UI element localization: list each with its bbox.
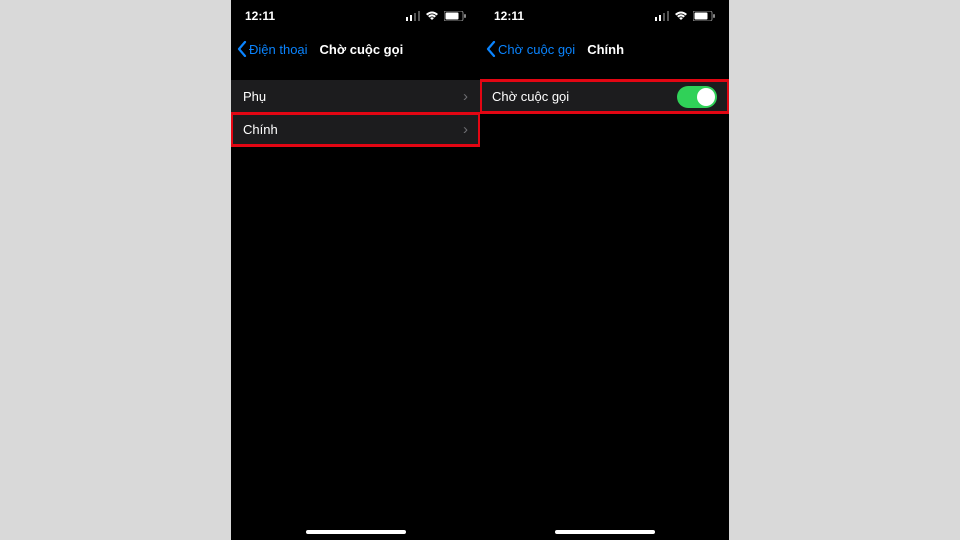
phone-screen-left: 12:11 Điện thoại Chờ cuộc gọi Phụ › Chín…: [231, 0, 480, 540]
signal-icon: [406, 11, 420, 21]
toggle-label: Chờ cuộc gọi: [492, 89, 569, 104]
back-button[interactable]: Chờ cuộc gọi: [486, 41, 575, 57]
signal-icon: [655, 11, 669, 21]
chevron-right-icon: ›: [463, 88, 468, 105]
chevron-left-icon: [237, 41, 247, 57]
status-time: 12:11: [245, 9, 275, 23]
toggle-row-call-waiting: Chờ cuộc gọi: [480, 80, 729, 113]
settings-list: Chờ cuộc gọi: [480, 66, 729, 113]
back-label: Chờ cuộc gọi: [498, 42, 575, 57]
back-label: Điện thoại: [249, 42, 308, 57]
chevron-right-icon: ›: [463, 121, 468, 138]
list-item-label: Chính: [243, 122, 278, 137]
status-icons: [655, 11, 715, 21]
home-indicator[interactable]: [555, 530, 655, 534]
back-button[interactable]: Điện thoại: [237, 41, 308, 57]
home-indicator[interactable]: [306, 530, 406, 534]
list-item-label: Phụ: [243, 89, 266, 104]
list-item-phu[interactable]: Phụ ›: [231, 80, 480, 113]
status-icons: [406, 11, 466, 21]
status-bar: 12:11: [480, 0, 729, 32]
wifi-icon: [425, 11, 439, 21]
status-bar: 12:11: [231, 0, 480, 32]
settings-list: Phụ › Chính ›: [231, 66, 480, 146]
chevron-left-icon: [486, 41, 496, 57]
list-item-chinh[interactable]: Chính ›: [231, 113, 480, 146]
page-title: Chờ cuộc gọi: [320, 42, 404, 57]
battery-icon: [693, 11, 715, 21]
call-waiting-toggle[interactable]: [677, 86, 717, 108]
page-title: Chính: [587, 42, 624, 57]
nav-bar: Chờ cuộc gọi Chính: [480, 32, 729, 66]
wifi-icon: [674, 11, 688, 21]
battery-icon: [444, 11, 466, 21]
status-time: 12:11: [494, 9, 524, 23]
phone-screen-right: 12:11 Chờ cuộc gọi Chính Chờ cuộc gọi: [480, 0, 729, 540]
nav-bar: Điện thoại Chờ cuộc gọi: [231, 32, 480, 66]
